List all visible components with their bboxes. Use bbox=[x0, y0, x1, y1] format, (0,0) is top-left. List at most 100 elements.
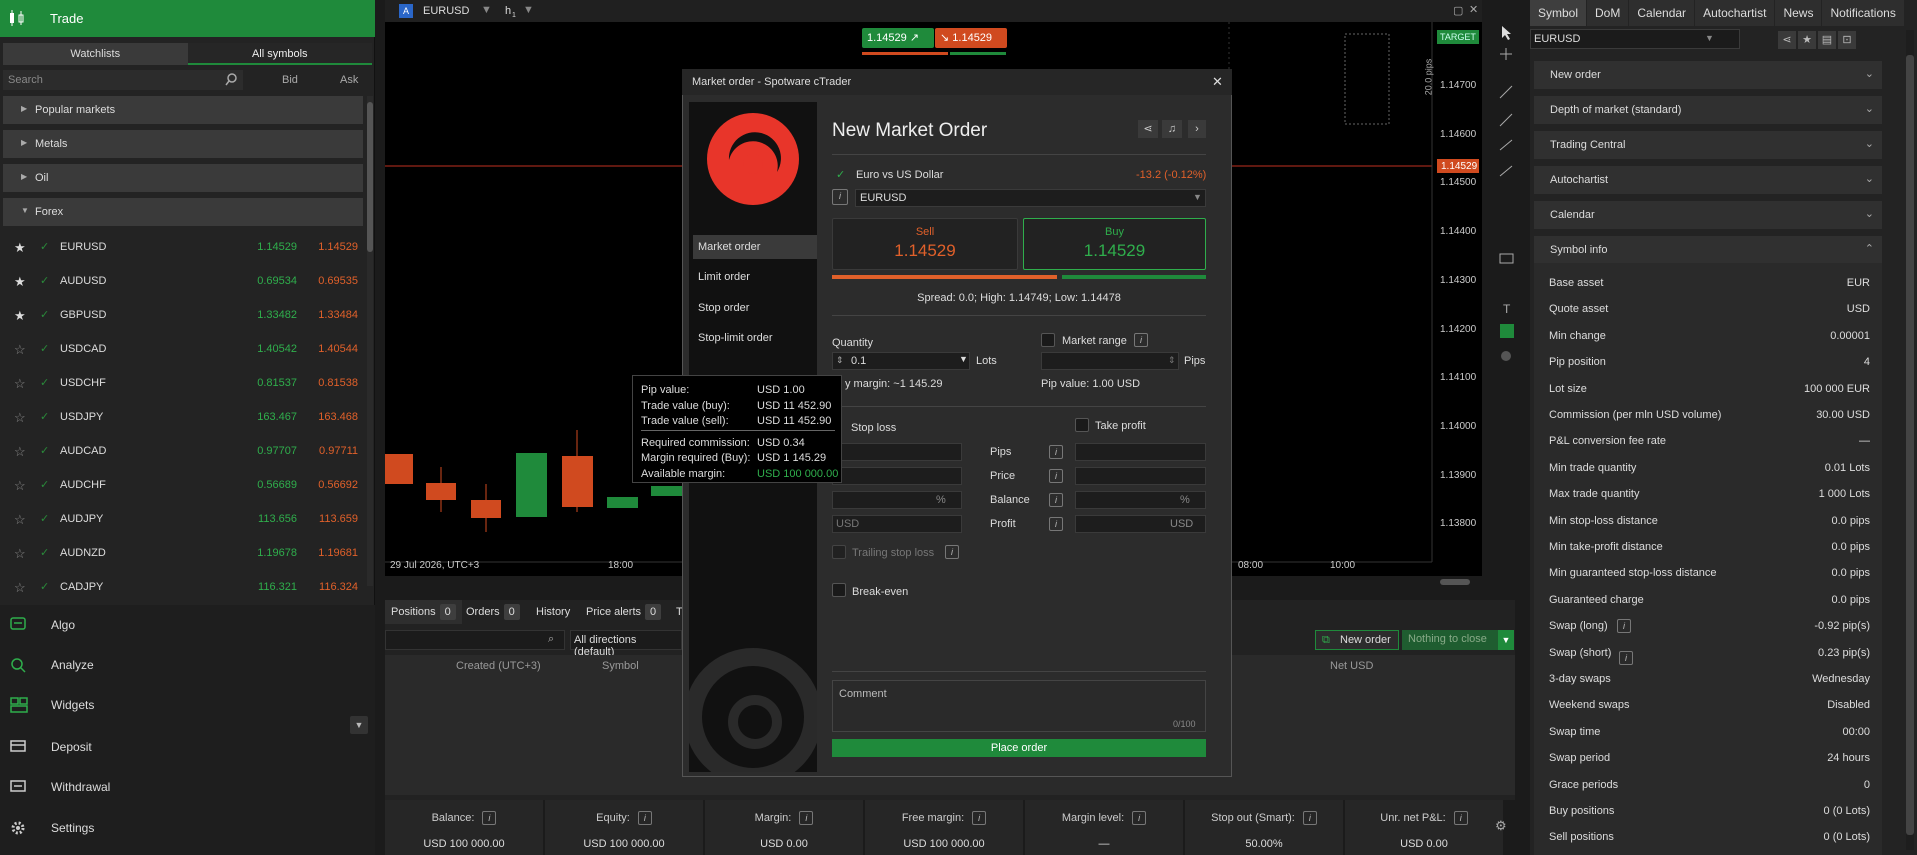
section-2[interactable]: Trading Central ⌄ bbox=[1534, 131, 1882, 159]
star-icon[interactable]: ☆ bbox=[14, 444, 26, 460]
info-icon[interactable]: i bbox=[832, 189, 848, 205]
star-icon[interactable]: ☆ bbox=[14, 580, 26, 596]
tab-autochartist[interactable]: Autochartist bbox=[1695, 0, 1775, 26]
bottom-tab[interactable]: History bbox=[530, 600, 576, 624]
stop-loss-input[interactable] bbox=[832, 443, 962, 461]
col-symbol[interactable]: Symbol bbox=[602, 660, 639, 672]
section-4[interactable]: Calendar ⌄ bbox=[1534, 201, 1882, 229]
ask-price[interactable]: 116.324 bbox=[298, 581, 358, 593]
breakeven-checkbox[interactable] bbox=[832, 583, 846, 597]
bottom-tab[interactable]: Positions 0 bbox=[385, 600, 462, 624]
bid-price[interactable]: 113.656 bbox=[225, 513, 297, 525]
info-icon[interactable]: i bbox=[1453, 811, 1468, 825]
share-icon[interactable]: ⋖ bbox=[1138, 120, 1158, 138]
star-icon[interactable]: ★ bbox=[14, 308, 26, 324]
symbol-row[interactable]: ☆ ✓ AUDCHF 0.56689 0.56692 bbox=[0, 468, 370, 502]
stop-loss-input[interactable] bbox=[832, 467, 962, 485]
category-popular[interactable]: ▶ Popular markets bbox=[3, 96, 363, 124]
tab-calendar[interactable]: Calendar bbox=[1629, 0, 1695, 26]
trade-header[interactable]: Trade bbox=[0, 0, 375, 37]
share-icon[interactable]: ⋖ bbox=[1778, 31, 1796, 49]
category-oil[interactable]: ▶ Oil bbox=[3, 164, 363, 192]
star-icon[interactable]: ★ bbox=[14, 240, 26, 256]
close-all-button[interactable]: Nothing to close bbox=[1402, 630, 1498, 650]
ask-price[interactable]: 1.33484 bbox=[298, 309, 358, 321]
star-icon[interactable]: ☆ bbox=[14, 478, 26, 494]
chart-symbol[interactable]: EURUSD bbox=[423, 5, 469, 17]
new-order-button[interactable]: ⧉ New order bbox=[1315, 630, 1399, 650]
positions-search[interactable]: ⌕ bbox=[385, 630, 565, 650]
star-icon[interactable]: ☆ bbox=[14, 342, 26, 358]
section-1[interactable]: Depth of market (standard) ⌄ bbox=[1534, 96, 1882, 124]
symbol-row[interactable]: ☆ ✓ USDCAD 1.40542 1.40544 bbox=[0, 332, 370, 366]
tab-notifications[interactable]: Notifications bbox=[1822, 0, 1904, 26]
dropdown-icon[interactable]: ▼ bbox=[481, 4, 492, 16]
bottom-tab[interactable]: Orders 0 bbox=[460, 600, 526, 624]
col-net-usd[interactable]: Net USD bbox=[1330, 660, 1373, 672]
bid-price[interactable]: 0.69534 bbox=[225, 275, 297, 287]
chevron-down-icon[interactable]: ▼ bbox=[1498, 630, 1514, 650]
star-icon[interactable]: ☆ bbox=[14, 410, 26, 426]
bottom-tab[interactable]: Price alerts 0 bbox=[580, 600, 667, 624]
tab-dom[interactable]: DoM bbox=[1587, 0, 1629, 26]
bid-price[interactable]: 1.33482 bbox=[225, 309, 297, 321]
dropdown-icon[interactable]: ▼ bbox=[523, 4, 534, 16]
ask-price[interactable]: 0.81538 bbox=[298, 377, 358, 389]
close-icon[interactable]: ✕ bbox=[1469, 3, 1478, 16]
chart-icon[interactable]: ▤ bbox=[1818, 31, 1836, 49]
category-metals[interactable]: ▶ Metals bbox=[3, 130, 363, 158]
search-input[interactable]: Search bbox=[3, 70, 243, 90]
menu-stop-limit-order[interactable]: Stop-limit order bbox=[693, 326, 817, 350]
chart-sell-button[interactable]: ↘ 1.14529 bbox=[935, 28, 1007, 48]
bid-price[interactable]: 0.56689 bbox=[225, 479, 297, 491]
ask-price[interactable]: 0.69535 bbox=[298, 275, 358, 287]
bid-price[interactable]: 1.14529 bbox=[225, 241, 297, 253]
bid-price[interactable]: 0.97707 bbox=[225, 445, 297, 457]
info-icon[interactable]: i bbox=[482, 811, 497, 825]
maximize-icon[interactable]: ▢ bbox=[1453, 4, 1463, 17]
ask-price[interactable]: 1.19681 bbox=[298, 547, 358, 559]
symbol-row[interactable]: ★ ✓ GBPUSD 1.33482 1.33484 bbox=[0, 298, 370, 332]
nav-widgets[interactable]: Widgets bbox=[0, 685, 375, 725]
info-icon[interactable]: i bbox=[799, 811, 814, 825]
info-icon[interactable]: i bbox=[1049, 517, 1063, 531]
bid-price[interactable]: 163.467 bbox=[225, 411, 297, 423]
section-3[interactable]: Autochartist ⌄ bbox=[1534, 166, 1882, 194]
star-icon[interactable]: ☆ bbox=[14, 512, 26, 528]
info-icon[interactable]: i bbox=[1302, 811, 1317, 825]
info-icon[interactable]: i bbox=[1132, 811, 1147, 825]
quantity-stepper[interactable]: ⇕ 0.1 ▼ bbox=[832, 352, 970, 370]
menu-market-order[interactable]: Market order bbox=[693, 235, 817, 259]
take-profit-input[interactable] bbox=[1075, 443, 1206, 461]
bid-header[interactable]: Bid bbox=[282, 74, 298, 86]
symbol-row[interactable]: ★ ✓ EURUSD 1.14529 1.14529 bbox=[0, 230, 370, 264]
symbol-row[interactable]: ☆ ✓ AUDNZD 1.19678 1.19681 bbox=[0, 536, 370, 570]
menu-stop-order[interactable]: Stop order bbox=[693, 296, 817, 320]
right-scrollbar[interactable] bbox=[1906, 30, 1914, 850]
chevron-right-icon[interactable]: › bbox=[1188, 120, 1206, 138]
nav-deposit[interactable]: Deposit bbox=[0, 727, 375, 767]
symbol-row[interactable]: ☆ ✓ AUDJPY 113.656 113.659 bbox=[0, 502, 370, 536]
tab-all-symbols[interactable]: All symbols bbox=[187, 43, 372, 65]
ask-price[interactable]: 1.40544 bbox=[298, 343, 358, 355]
bid-price[interactable]: 1.40542 bbox=[225, 343, 297, 355]
ask-price[interactable]: 113.659 bbox=[298, 513, 358, 525]
star-icon[interactable]: ☆ bbox=[14, 376, 26, 392]
tab-news[interactable]: News bbox=[1775, 0, 1822, 26]
symbol-row[interactable]: ★ ✓ AUDUSD 0.69534 0.69535 bbox=[0, 264, 370, 298]
bid-price[interactable]: 1.19678 bbox=[225, 547, 297, 559]
category-forex[interactable]: ▼ Forex bbox=[3, 198, 363, 226]
bell-icon[interactable]: ♫ bbox=[1162, 120, 1182, 138]
nav-analyze[interactable]: Analyze bbox=[0, 645, 375, 685]
ask-header[interactable]: Ask bbox=[340, 74, 358, 86]
trailing-checkbox[interactable] bbox=[832, 545, 846, 559]
info-icon[interactable]: i bbox=[972, 811, 987, 825]
info-icon[interactable]: i bbox=[945, 545, 959, 559]
ask-price[interactable]: 1.14529 bbox=[298, 241, 358, 253]
tab-symbol[interactable]: Symbol bbox=[1530, 0, 1587, 26]
ask-price[interactable]: 0.97711 bbox=[298, 445, 358, 457]
info-icon[interactable]: i bbox=[1619, 651, 1633, 665]
info-icon[interactable]: i bbox=[1049, 493, 1063, 507]
symbol-dropdown[interactable]: EURUSD ▼ bbox=[855, 189, 1206, 207]
ask-price[interactable]: 0.56692 bbox=[298, 479, 358, 491]
